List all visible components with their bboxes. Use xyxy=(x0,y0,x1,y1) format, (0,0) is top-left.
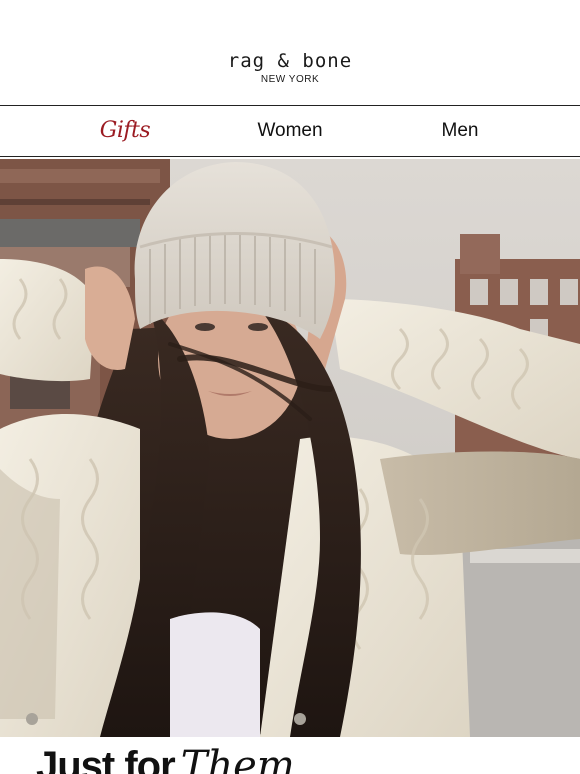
hero-image[interactable] xyxy=(0,159,580,737)
brand-name: rag & bone xyxy=(227,50,353,72)
email-header: rag & bone NEW YORK xyxy=(0,0,580,105)
category-nav: Gifts Women Men xyxy=(0,105,580,157)
section-headline: Just for Them xyxy=(36,736,295,774)
headline-plain-text: Just for xyxy=(36,744,176,774)
nav-item-men[interactable]: Men xyxy=(410,106,510,156)
nav-item-women[interactable]: Women xyxy=(235,106,345,156)
brand-location: NEW YORK xyxy=(260,74,320,85)
brand-logo[interactable]: rag & bone NEW YORK xyxy=(0,50,580,86)
hero-photo-illustration xyxy=(0,159,580,737)
headline-script-text: Them xyxy=(180,743,295,774)
nav-item-gifts[interactable]: Gifts xyxy=(75,106,175,156)
